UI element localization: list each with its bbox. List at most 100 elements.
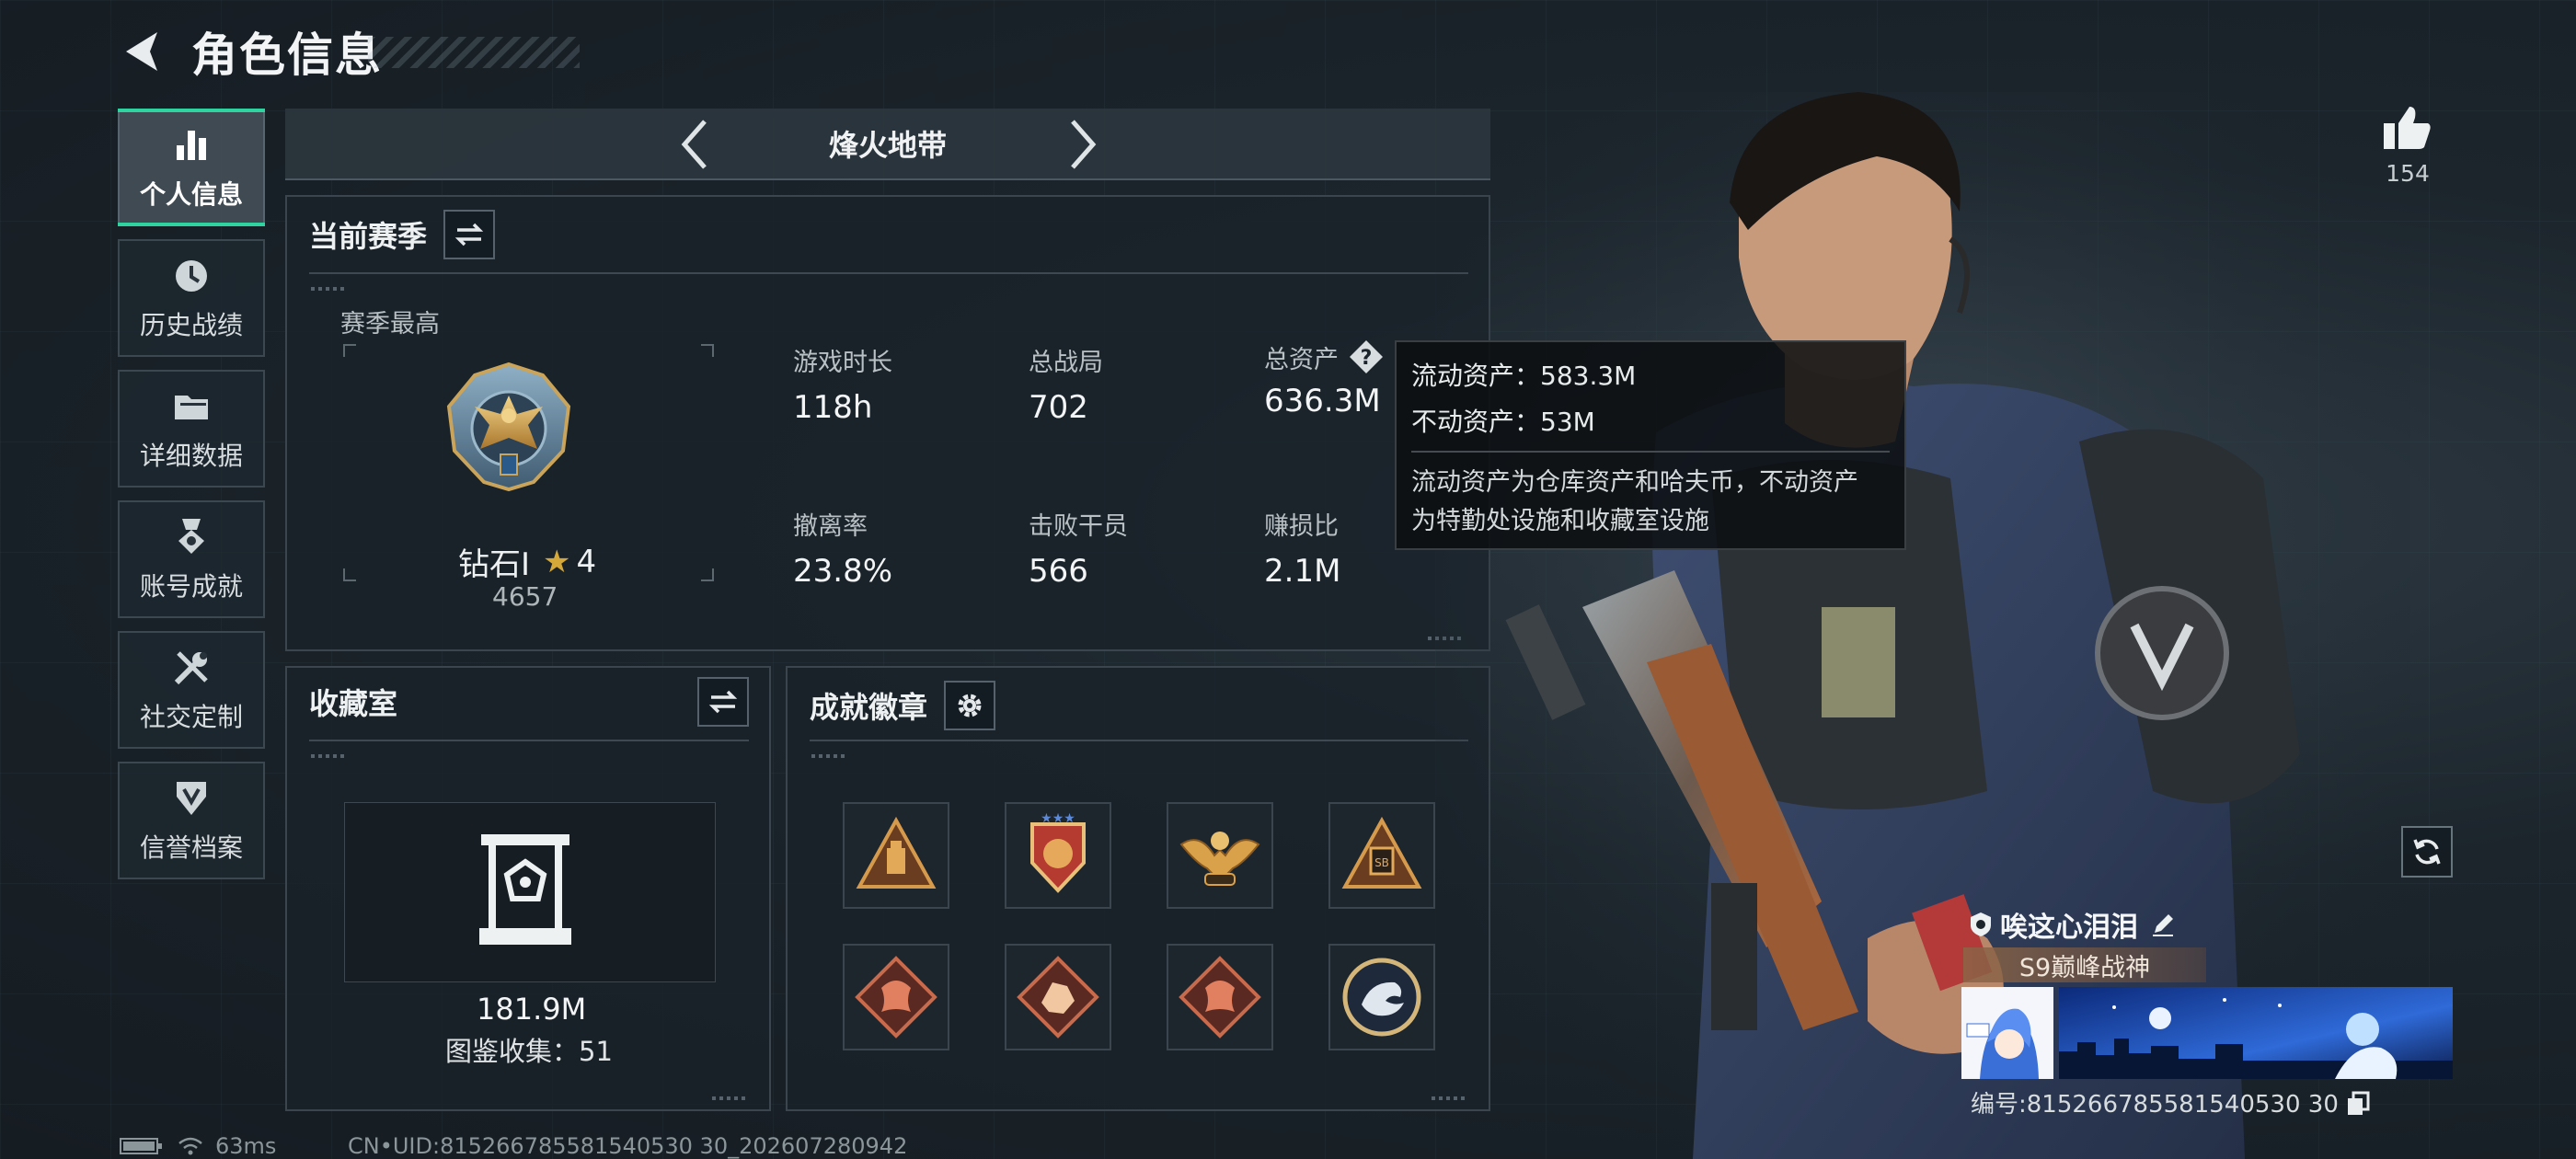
copy-icon[interactable]: [2344, 1089, 2372, 1117]
thumbs-up-icon: [2384, 107, 2431, 149]
dragon-diamond-badge-icon: [855, 956, 937, 1039]
svg-text:?: ?: [1361, 347, 1373, 370]
stat-total-assets: 总资产 ? 636.3M: [1264, 339, 1385, 419]
stat-label: 撤离率: [793, 512, 868, 541]
rank-points: 4657: [492, 581, 558, 612]
ping-value: 63ms: [215, 1133, 277, 1159]
stat-label: 总战局: [1029, 349, 1103, 377]
frame-corner: [701, 344, 714, 357]
badge-item[interactable]: [843, 802, 949, 909]
frame-corner: [343, 568, 356, 581]
triangle-crate-badge-icon: [856, 816, 937, 889]
tools-icon: [174, 651, 208, 685]
stat-value: 702: [1029, 389, 1088, 426]
tooltip-liquid-assets: 流动资产：583.3M: [1411, 361, 1637, 391]
stat-value: 118h: [793, 389, 873, 426]
collection-panel-header: 收藏室: [309, 681, 414, 723]
tooltip-divider: [1411, 451, 1890, 453]
stat-operators-defeated: 击败干员 566: [1029, 506, 1128, 590]
sidebar-item-label: 个人信息: [139, 179, 243, 210]
help-icon[interactable]: ?: [1348, 339, 1385, 375]
page-title: 角色信息: [191, 29, 383, 82]
stat-value: 566: [1029, 553, 1088, 590]
season-panel-header: 当前赛季: [309, 210, 496, 259]
back-button[interactable]: [118, 26, 164, 77]
player-id-row: 编号:815266785581540530 30: [1971, 1085, 2372, 1119]
stat-profit-loss-ratio: 赚损比 2.1M: [1264, 506, 1340, 590]
player-name-row: 唉这心泪泪: [1969, 904, 2177, 945]
badge-item[interactable]: [1167, 802, 1273, 909]
mode-title: 烽火地带: [828, 128, 947, 163]
decoration-ticks: [311, 754, 348, 758]
divider: [810, 740, 1468, 741]
sidebar-item-detailed-data[interactable]: 详细数据: [118, 370, 265, 488]
swap-icon: [708, 690, 738, 714]
folder-icon: [175, 396, 208, 419]
stat-label: 总资产: [1264, 345, 1339, 374]
assets-tooltip: 流动资产：583.3M 不动资产：53M 流动资产为仓库资产和哈夫币，不动资产 …: [1395, 340, 1906, 550]
refresh-icon: [2413, 839, 2441, 865]
badge-item[interactable]: [1328, 944, 1435, 1050]
rank-stars: 4: [576, 543, 597, 580]
svg-text:SB: SB: [1374, 856, 1389, 869]
season-title: 当前赛季: [309, 219, 428, 254]
decoration-ticks: [712, 1096, 749, 1100]
clock-icon: [176, 260, 207, 292]
badge-item[interactable]: SB: [1328, 802, 1435, 909]
night-city-banner-image: [2059, 987, 2453, 1079]
title-decoration: [368, 37, 580, 68]
profile-banner[interactable]: [2059, 987, 2453, 1079]
sidebar-item-personal-info[interactable]: 个人信息: [118, 109, 265, 226]
rotate-model-button[interactable]: [2401, 826, 2453, 878]
sidebar-item-achievements[interactable]: 账号成就: [118, 500, 265, 618]
stat-label: 赚损比: [1264, 512, 1339, 541]
sidebar-item-social-custom[interactable]: 社交定制: [118, 631, 265, 749]
collection-switch-button[interactable]: [697, 677, 749, 727]
season-switch-button[interactable]: [443, 210, 496, 259]
sidebar-item-reputation[interactable]: 信誉档案: [118, 762, 265, 879]
badge-item[interactable]: [1167, 944, 1273, 1050]
edit-pencil-icon[interactable]: [2149, 911, 2177, 938]
badge-item[interactable]: ★★★: [1005, 802, 1111, 909]
stat-label: 击败干员: [1029, 512, 1128, 541]
stat-play-time: 游戏时长 118h: [793, 342, 892, 426]
tooltip-description-line: 流动资产为仓库资产和哈夫币，不动资产: [1411, 468, 1858, 497]
badge-item[interactable]: [1005, 944, 1111, 1050]
stat-label-row: 总资产 ?: [1264, 339, 1385, 375]
stat-total-matches: 总战局 702: [1029, 342, 1103, 426]
like-count: 154: [2386, 160, 2430, 187]
sidebar: 个人信息 历史战绩 详细数据 账号成就 社交定制 信誉档案: [118, 109, 265, 892]
badge-item[interactable]: [843, 944, 949, 1050]
decoration-ticks: [311, 287, 348, 291]
reputation-badge-icon: [1971, 912, 1991, 936]
status-bar: 63ms: [120, 1133, 276, 1159]
avatar[interactable]: [1961, 987, 2053, 1079]
eagle-crest-badge-icon: [1179, 832, 1260, 886]
mode-prev-button[interactable]: [668, 118, 719, 171]
rank-row: 钻石Ⅰ ★ 4: [458, 539, 596, 584]
badges-title: 成就徽章: [810, 690, 928, 725]
swap-icon: [454, 223, 484, 247]
badges-settings-button[interactable]: [944, 681, 996, 730]
divider: [309, 272, 1468, 274]
collection-value: 181.9M: [477, 992, 587, 1027]
shield-icon: [177, 782, 206, 815]
dragon-diamond-badge-icon: [1179, 956, 1261, 1039]
season-best-label: 赛季最高: [340, 310, 440, 339]
frame-corner: [701, 568, 714, 581]
player-title-tag[interactable]: S9巅峰战神: [1963, 947, 2206, 982]
player-name: 唉这心泪泪: [2000, 912, 2138, 944]
like-button[interactable]: 154: [2379, 103, 2436, 187]
wifi-icon: [178, 1137, 202, 1155]
collection-display[interactable]: [344, 802, 716, 982]
chevron-left-icon: [681, 120, 707, 169]
sidebar-item-label: 社交定制: [139, 702, 243, 732]
mode-next-button[interactable]: [1058, 118, 1110, 171]
gear-icon: [958, 694, 982, 717]
stat-value: 2.1M: [1264, 553, 1341, 590]
bar-chart-icon: [177, 131, 206, 160]
stat-extraction-rate: 撤离率 23.8%: [793, 506, 892, 590]
account-uid: CN•UID:815266785581540530 30_20260728094…: [348, 1133, 908, 1159]
player-id: 编号:815266785581540530 30: [1971, 1091, 2339, 1119]
sidebar-item-match-history[interactable]: 历史战绩: [118, 239, 265, 357]
